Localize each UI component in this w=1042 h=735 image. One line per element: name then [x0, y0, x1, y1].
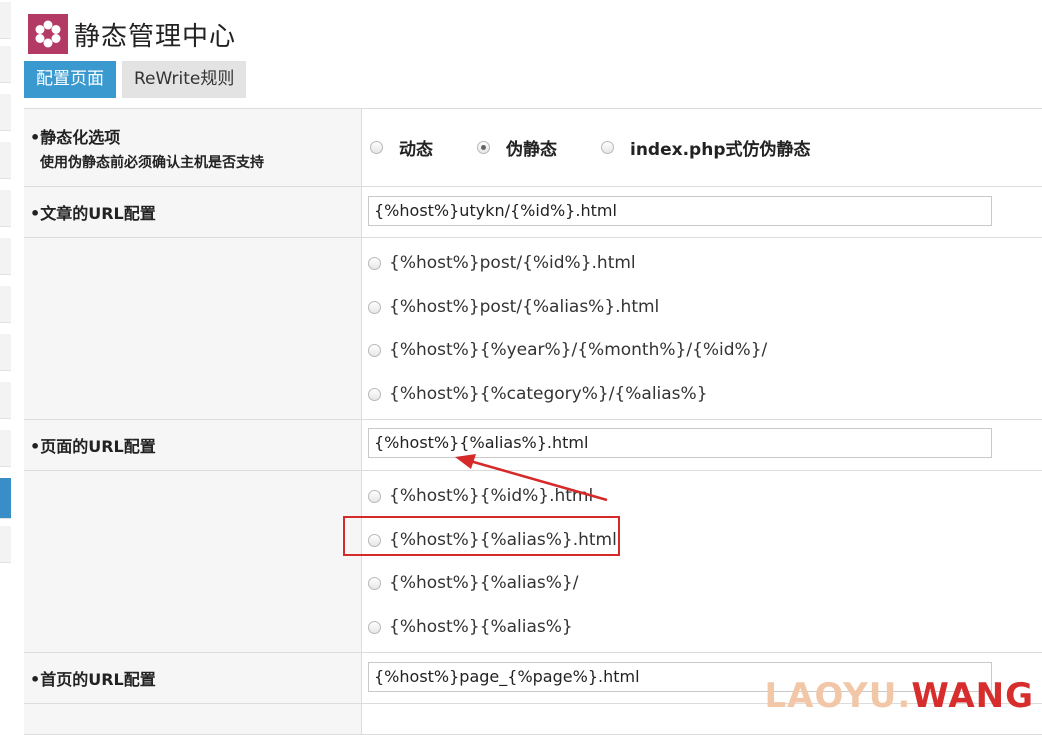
mode-label: 伪静态 — [506, 140, 557, 160]
radio-button[interactable] — [368, 343, 381, 357]
page-url-input[interactable]: {%host%}{%alias%}.html — [368, 428, 992, 458]
radio-index-php[interactable] — [601, 141, 614, 154]
radio-button[interactable] — [368, 387, 381, 401]
article-url-label: •文章的URL配置 — [24, 187, 362, 237]
sidebar-item-active[interactable] — [0, 478, 11, 519]
article-url-option[interactable]: {%host%}post/{%alias%}.html — [368, 297, 659, 317]
sidebar-item[interactable] — [0, 286, 11, 323]
article-url-option[interactable]: {%host%}post/{%id%}.html — [368, 253, 636, 273]
page-url-row: •页面的URL配置 {%host%}{%alias%}.html — [24, 420, 1042, 471]
mode-label: 动态 — [399, 140, 433, 160]
sidebar-item[interactable] — [0, 142, 11, 179]
radio-dynamic[interactable] — [370, 141, 383, 154]
left-sidebar — [0, 0, 11, 716]
article-url-options-row: {%host%}post/{%id%}.html {%host%}post/{%… — [24, 238, 1042, 420]
option-label: {%host%}{%category%}/{%alias%} — [389, 384, 708, 404]
sidebar-item[interactable] — [0, 190, 11, 227]
annotation-highlight-box — [343, 516, 620, 556]
static-options-row: •静态化选项 使用伪静态前必须确认主机是否支持 动态 伪静态 index.php… — [24, 109, 1042, 187]
tab-bar: 配置页面 ReWrite规则 — [24, 61, 252, 98]
option-label: {%host%}post/{%id%}.html — [389, 253, 636, 273]
mode-option-index-php[interactable]: index.php式仿伪静态 — [601, 135, 811, 160]
watermark-part1: LAOYU. — [764, 676, 912, 716]
page-url-label: •页面的URL配置 — [24, 420, 362, 470]
article-url-options: {%host%}post/{%id%}.html {%host%}post/{%… — [362, 238, 1042, 419]
page-url-option[interactable]: {%host%}{%alias%}/ — [368, 573, 578, 593]
empty-label-cell — [24, 238, 362, 419]
flower-icon — [28, 14, 68, 54]
settings-table: •静态化选项 使用伪静态前必须确认主机是否支持 动态 伪静态 index.php… — [24, 108, 1042, 735]
static-options-value-cell: 动态 伪静态 index.php式仿伪静态 — [362, 109, 1042, 186]
static-options-hint: 使用伪静态前必须确认主机是否支持 — [40, 154, 264, 171]
mode-radio-group: 动态 伪静态 index.php式仿伪静态 — [370, 135, 855, 160]
option-label: {%host%}{%alias%} — [389, 617, 573, 637]
sidebar-item[interactable] — [0, 2, 11, 39]
option-label: {%host%}post/{%alias%}.html — [389, 297, 660, 317]
watermark: LAOYU.WANG — [765, 676, 1034, 716]
article-url-option[interactable]: {%host%}{%year%}/{%month%}/{%id%}/ — [368, 340, 767, 360]
sidebar-item[interactable] — [0, 238, 11, 275]
empty-label-cell — [24, 704, 362, 734]
sidebar-item[interactable] — [0, 526, 11, 563]
radio-button[interactable] — [368, 256, 381, 270]
static-options-label: •静态化选项 — [30, 127, 121, 147]
tab-rewrite-rules[interactable]: ReWrite规则 — [122, 61, 247, 98]
radio-pseudo-static[interactable] — [477, 141, 490, 154]
tab-config-page[interactable]: 配置页面 — [24, 61, 116, 98]
page-url-option[interactable]: {%host%}{%alias%} — [368, 617, 573, 637]
option-label: {%host%}{%alias%}/ — [389, 573, 579, 593]
article-url-input[interactable]: {%host%}utykn/{%id%}.html — [368, 196, 992, 226]
watermark-part2: WANG — [911, 676, 1034, 716]
mode-label: index.php式仿伪静态 — [630, 140, 811, 160]
home-url-label: •首页的URL配置 — [24, 653, 362, 703]
sidebar-item[interactable] — [0, 382, 11, 419]
sidebar-item[interactable] — [0, 46, 11, 83]
radio-button[interactable] — [368, 300, 381, 314]
static-options-label-cell: •静态化选项 使用伪静态前必须确认主机是否支持 — [24, 109, 362, 186]
page-url-options: {%host%}{%id%}.html {%host%}{%alias%}.ht… — [362, 471, 1042, 652]
article-url-value-cell: {%host%}utykn/{%id%}.html — [362, 187, 1042, 237]
option-label: {%host%}{%year%}/{%month%}/{%id%}/ — [389, 340, 768, 360]
page-url-option[interactable]: {%host%}{%id%}.html — [368, 486, 593, 506]
mode-option-dynamic[interactable]: 动态 — [370, 135, 433, 160]
sidebar-item[interactable] — [0, 334, 11, 371]
option-label: {%host%}{%id%}.html — [389, 486, 594, 506]
mode-option-pseudo-static[interactable]: 伪静态 — [477, 135, 557, 160]
page-header: 静态管理中心 — [28, 14, 236, 54]
article-url-row: •文章的URL配置 {%host%}utykn/{%id%}.html — [24, 187, 1042, 238]
radio-button[interactable] — [368, 576, 381, 590]
empty-label-cell — [24, 471, 362, 652]
radio-button[interactable] — [368, 620, 381, 634]
page-url-value-cell: {%host%}{%alias%}.html — [362, 420, 1042, 470]
page-url-options-row: {%host%}{%id%}.html {%host%}{%alias%}.ht… — [24, 471, 1042, 653]
page-title: 静态管理中心 — [74, 21, 237, 52]
sidebar-item[interactable] — [0, 94, 11, 131]
article-url-option[interactable]: {%host%}{%category%}/{%alias%} — [368, 384, 708, 404]
radio-button[interactable] — [368, 489, 381, 503]
sidebar-item[interactable] — [0, 430, 11, 467]
